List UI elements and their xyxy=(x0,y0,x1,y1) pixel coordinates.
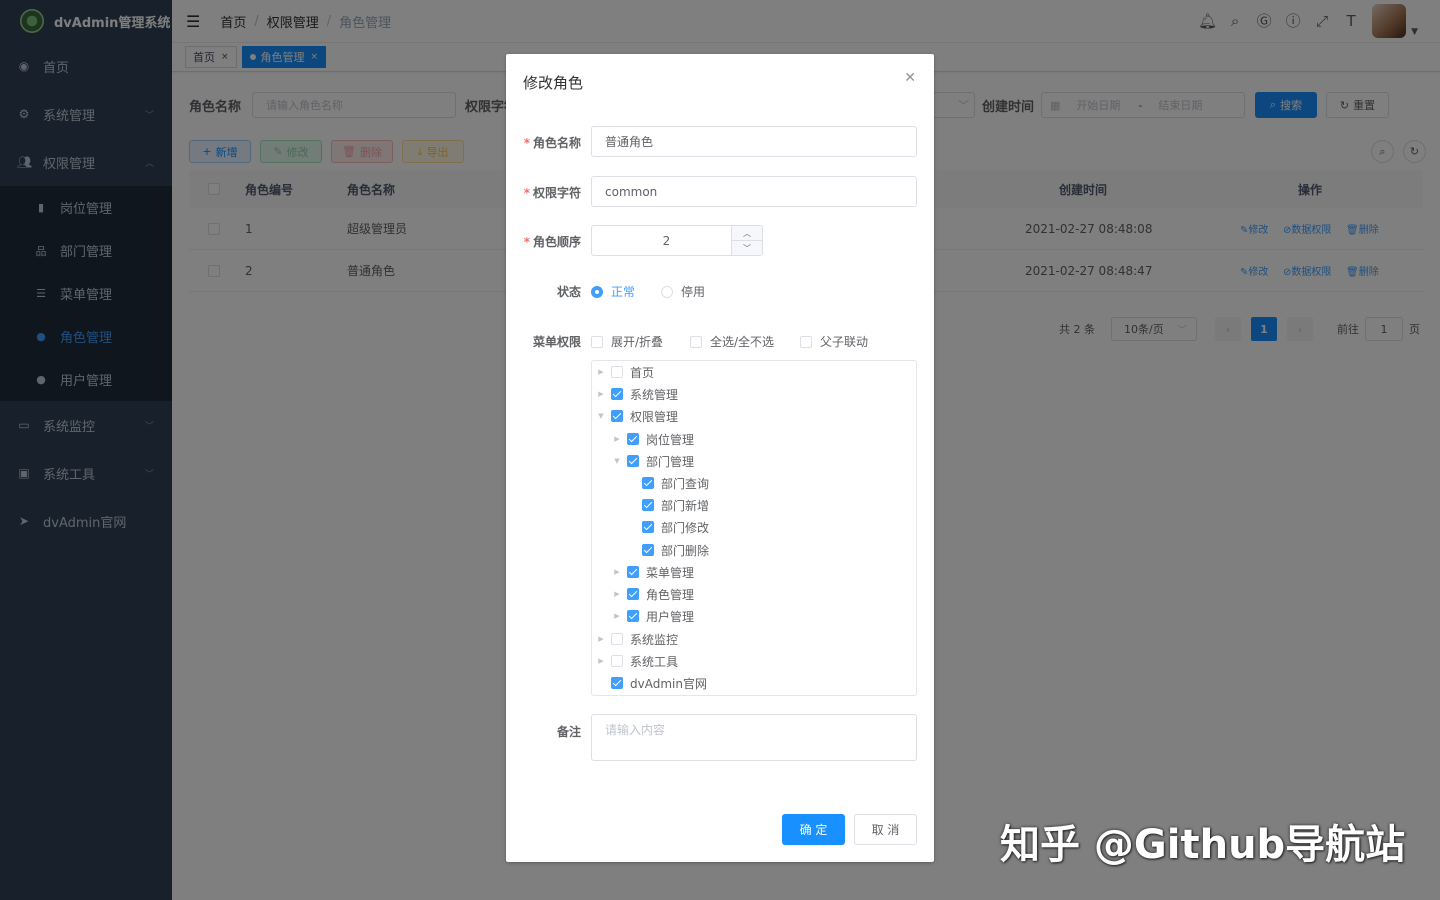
tree-checkbox[interactable] xyxy=(627,566,639,578)
checkbox-label: 全选/全不选 xyxy=(710,335,775,349)
tree-node[interactable]: dvAdmin官网 xyxy=(596,672,707,694)
tree-node-label: 部门修改 xyxy=(661,520,710,535)
perm-input[interactable]: common xyxy=(591,176,917,207)
caret-right-icon[interactable]: ▶ xyxy=(612,612,622,620)
tree-checkbox[interactable] xyxy=(611,388,623,400)
caret-right-icon[interactable]: ▶ xyxy=(596,657,606,665)
role-name-label: * 角色名称 xyxy=(521,134,581,151)
tree-node-label: 部门查询 xyxy=(661,476,710,491)
caret-right-icon[interactable]: ▶ xyxy=(612,590,622,598)
tree-checkbox[interactable] xyxy=(627,588,639,600)
order-value: 2 xyxy=(662,233,671,248)
tree-node-label: 用户管理 xyxy=(646,609,695,624)
tree-node[interactable]: ▶ 系统管理 xyxy=(596,383,678,405)
tree-checkbox[interactable] xyxy=(611,633,623,645)
order-label: * 角色顺序 xyxy=(521,233,581,250)
close-icon[interactable]: ✕ xyxy=(904,70,916,86)
caret-right-icon[interactable]: ▶ xyxy=(596,635,606,643)
radio-label: 停用 xyxy=(681,285,706,299)
expand-collapse-checkbox[interactable]: 展开/折叠 xyxy=(591,333,663,350)
tree-checkbox[interactable] xyxy=(611,677,623,689)
radio-ring xyxy=(591,285,603,298)
tree-node[interactable]: ▶ 首页 xyxy=(596,361,654,383)
tree-node[interactable]: 部门修改 xyxy=(627,516,709,538)
tree-node-label: 岗位管理 xyxy=(646,432,695,447)
tree-node-label: dvAdmin官网 xyxy=(630,676,707,691)
radio-label: 正常 xyxy=(611,285,636,299)
status-radio-normal[interactable]: 正常 xyxy=(591,283,635,300)
tree-node-label: 权限管理 xyxy=(630,409,679,424)
tree-node-label: 菜单管理 xyxy=(646,565,695,580)
tree-checkbox[interactable] xyxy=(611,410,623,422)
tree-node[interactable]: ▶ 角色管理 xyxy=(612,583,694,605)
tree-node-label: 系统监控 xyxy=(630,632,679,647)
tree-node[interactable]: ▼ 权限管理 xyxy=(596,405,678,427)
status-label: 状态 xyxy=(556,285,581,299)
tree-node-label: 部门删除 xyxy=(661,543,710,558)
tree-checkbox[interactable] xyxy=(642,521,654,533)
checkbox-label: 展开/折叠 xyxy=(611,335,664,349)
tree-checkbox[interactable] xyxy=(642,499,654,511)
tree-node[interactable]: ▶ 用户管理 xyxy=(612,605,694,627)
cancel-button[interactable]: 取 消 xyxy=(854,814,917,845)
caret-right-icon[interactable]: ▶ xyxy=(612,435,622,443)
tree-node[interactable]: ▶ 菜单管理 xyxy=(612,561,694,583)
tree-node-label: 角色管理 xyxy=(646,587,695,602)
tree-node-label: 系统工具 xyxy=(630,654,679,669)
increment-icon[interactable]: ︿ xyxy=(732,226,762,241)
checkbox-box xyxy=(690,335,702,348)
label-text: 角色顺序 xyxy=(532,235,581,249)
tree-node[interactable]: 部门新增 xyxy=(627,494,709,516)
tree-node[interactable]: 部门删除 xyxy=(627,539,709,561)
stepper-controls: ︿ ﹀ xyxy=(731,226,762,255)
tree-checkbox[interactable] xyxy=(642,477,654,489)
remark-label: 备注 xyxy=(556,725,581,739)
role-name-input[interactable]: 普通角色 xyxy=(591,126,917,157)
select-all-tree-checkbox[interactable]: 全选/全不选 xyxy=(690,333,774,350)
dialog-title: 修改角色 xyxy=(523,74,584,92)
radio-ring xyxy=(661,285,673,298)
tree-node[interactable]: ▶ 系统监控 xyxy=(596,628,678,650)
tree-node-label: 首页 xyxy=(630,365,655,380)
watermark: 知乎 @Github导航站 xyxy=(1000,822,1406,868)
tree-node-label: 部门新增 xyxy=(661,498,710,513)
tree-checkbox[interactable] xyxy=(611,655,623,667)
menu-perm-label: 菜单权限 xyxy=(532,335,581,349)
cascade-checkbox[interactable]: 父子联动 xyxy=(800,333,868,350)
remark-textarea[interactable]: 请输入内容 xyxy=(591,714,917,761)
menu-tree: ▶ 首页 ▶ 系统管理 ▼ 权限管理 ▶ 岗位管理 ▼ 部门管理 部门查询 部门新增 部门… xyxy=(591,360,917,696)
tree-checkbox[interactable] xyxy=(627,610,639,622)
label-text: 角色名称 xyxy=(532,136,581,150)
tree-checkbox[interactable] xyxy=(642,544,654,556)
required-mark: * xyxy=(523,186,530,200)
caret-right-icon[interactable]: ▶ xyxy=(596,390,606,398)
status-radio-disabled[interactable]: 停用 xyxy=(661,283,705,300)
required-mark: * xyxy=(523,136,530,150)
checkbox-label: 父子联动 xyxy=(820,335,869,349)
label-text: 权限字符 xyxy=(532,186,581,200)
tree-node-label: 部门管理 xyxy=(646,454,695,469)
tree-checkbox[interactable] xyxy=(627,455,639,467)
tree-node[interactable]: 部门查询 xyxy=(627,472,709,494)
order-stepper[interactable]: 2 ︿ ﹀ xyxy=(591,225,763,256)
tree-node[interactable]: ▼ 部门管理 xyxy=(612,450,694,472)
caret-right-icon[interactable]: ▶ xyxy=(612,568,622,576)
edit-role-dialog: 修改角色 ✕ * 角色名称 普通角色 * 权限字符 common * 角色顺序 2 ︿… xyxy=(506,54,934,862)
caret-right-icon[interactable]: ▶ xyxy=(596,368,606,376)
perm-label: * 权限字符 xyxy=(521,184,581,201)
caret-down-icon[interactable]: ▼ xyxy=(612,457,622,465)
decrement-icon[interactable]: ﹀ xyxy=(732,241,762,255)
tree-checkbox[interactable] xyxy=(627,433,639,445)
tree-node-label: 系统管理 xyxy=(630,387,679,402)
caret-down-icon[interactable]: ▼ xyxy=(596,412,606,420)
tree-checkbox[interactable] xyxy=(611,366,623,378)
confirm-button[interactable]: 确 定 xyxy=(782,814,845,845)
required-mark: * xyxy=(523,235,530,249)
checkbox-box xyxy=(800,335,812,348)
tree-node[interactable]: ▶ 岗位管理 xyxy=(612,428,694,450)
tree-node[interactable]: ▶ 系统工具 xyxy=(596,650,678,672)
checkbox-box xyxy=(591,335,603,348)
